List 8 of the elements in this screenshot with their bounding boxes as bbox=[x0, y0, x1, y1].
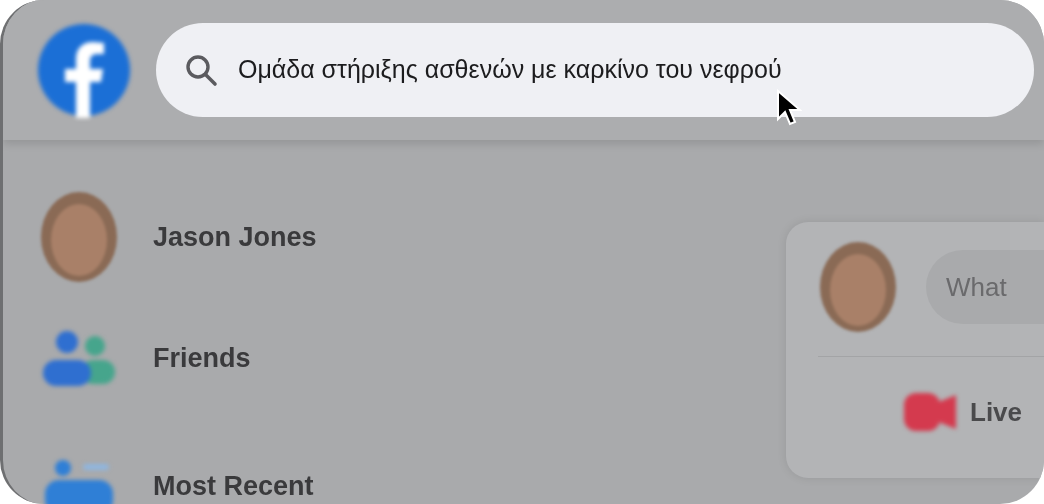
live-video-button[interactable]: Live bbox=[970, 392, 1023, 432]
cursor-icon bbox=[776, 89, 802, 127]
profile-name[interactable]: Jason Jones bbox=[153, 216, 317, 258]
search-icon bbox=[184, 53, 218, 87]
sidebar-item[interactable]: Friends bbox=[153, 337, 251, 379]
search-query: Ομάδα στήριξης ασθενών με καρκίνο του νεφρού bbox=[238, 54, 783, 86]
logo-icon[interactable] bbox=[36, 22, 132, 118]
sidebar-item[interactable]: Most Recent bbox=[153, 465, 314, 504]
